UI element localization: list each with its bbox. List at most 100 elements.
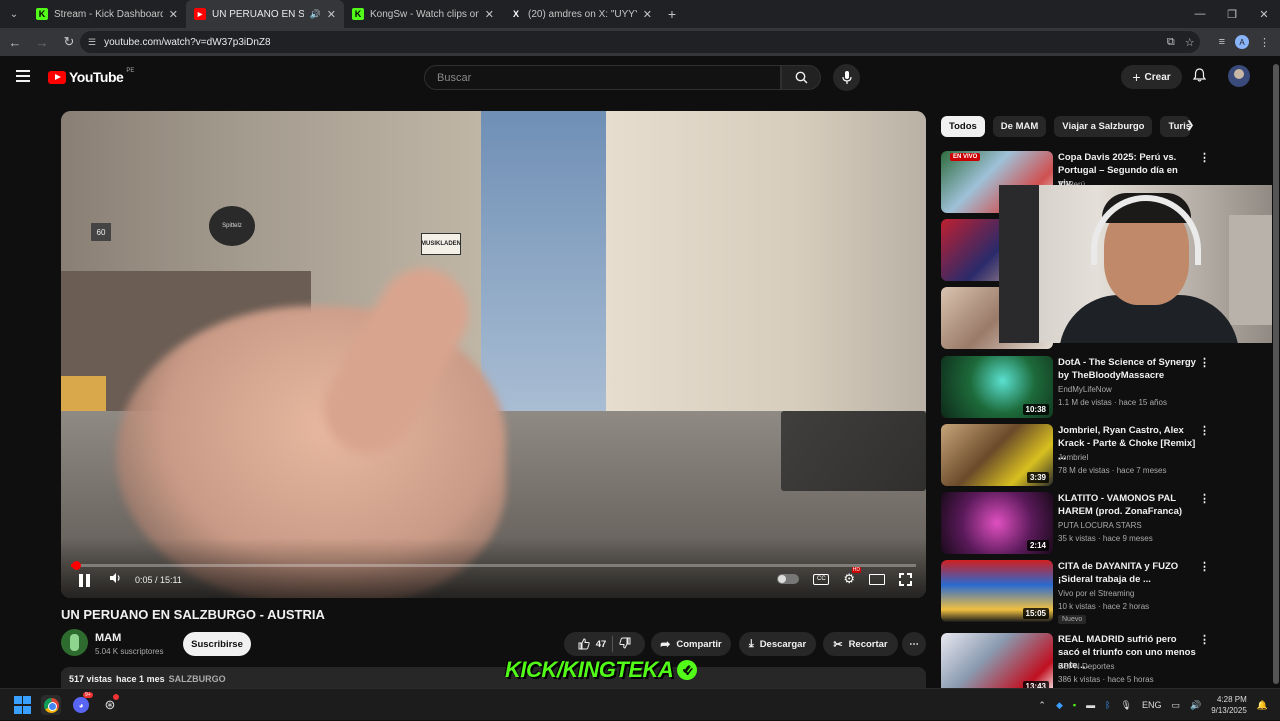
recommendation-channel[interactable]: PUTA LOCURA STARS — [1058, 521, 1142, 530]
tab-kick-dashboard[interactable]: K Stream - Kick Dashboard ✕ — [28, 0, 186, 28]
chip-todos[interactable]: Todos — [941, 116, 985, 137]
recommendation-item[interactable]: 3:39 Jombriel, Ryan Castro, Alex Krack -… — [941, 424, 1271, 486]
share-button[interactable]: ➦ Compartir — [651, 632, 731, 656]
search-button[interactable] — [781, 65, 821, 90]
close-icon[interactable]: ✕ — [643, 8, 652, 21]
close-window-icon[interactable]: ✕ — [1248, 0, 1280, 28]
recommendation-meta: 10 k vistas · hace 2 horas — [1058, 602, 1150, 611]
speaker-icon[interactable]: 🔊 — [310, 9, 321, 20]
youtube-logo[interactable]: YouTube PE — [48, 68, 134, 85]
tray-app-icon[interactable]: ▪ — [1073, 700, 1076, 710]
close-icon[interactable]: ✕ — [485, 8, 494, 21]
clock[interactable]: 4:28 PM 9/13/2025 — [1211, 694, 1247, 716]
pause-icon[interactable] — [79, 574, 93, 587]
tab-kick-clips[interactable]: K KongSw - Watch clips on Kick ✕ — [344, 0, 502, 28]
kebab-menu-icon[interactable]: ⋮ — [1199, 633, 1210, 646]
bookmark-star-icon[interactable]: ☆ — [1185, 36, 1195, 49]
chrome-icon[interactable] — [41, 695, 61, 715]
language-indicator[interactable]: ENG — [1142, 700, 1162, 710]
recommendation-channel[interactable]: Vivo por el Streaming — [1058, 589, 1134, 598]
clip-button[interactable]: ✂ Recortar — [823, 632, 898, 656]
subscribe-button[interactable]: Suscribirse — [183, 632, 251, 656]
subscriber-count: 5.04 K suscriptores — [95, 647, 164, 656]
progress-bar[interactable] — [71, 561, 916, 570]
dislike-button[interactable] — [619, 637, 631, 652]
video-thumbnail[interactable]: 13:43 — [941, 633, 1053, 695]
recommendation-item[interactable]: 2:14 KLATITO - VAMONOS PAL HAREM (prod. … — [941, 492, 1271, 554]
recommendation-channel[interactable]: ESPN Deportes — [1058, 662, 1114, 671]
back-arrow-icon[interactable]: ← — [3, 30, 27, 54]
video-thumbnail[interactable]: 10:38 — [941, 356, 1053, 418]
video-thumbnail[interactable]: 15:05 — [941, 560, 1053, 622]
notifications-bell-icon[interactable] — [1192, 68, 1207, 85]
recommendation-item[interactable]: 10:38 DotA - The Science of Synergy by T… — [941, 356, 1271, 418]
account-avatar[interactable] — [1228, 65, 1250, 87]
theater-mode-icon[interactable] — [869, 573, 885, 585]
plus-icon: + — [1132, 69, 1141, 85]
kebab-menu-icon[interactable]: ⋮ — [1199, 356, 1210, 369]
chip-viajar-salzburgo[interactable]: Viajar a Salzburgo — [1054, 116, 1153, 137]
windows-start-icon[interactable] — [12, 695, 32, 715]
volume-icon[interactable] — [109, 572, 122, 587]
reload-icon[interactable]: ↻ — [57, 30, 81, 54]
download-button[interactable]: ⤓ Descargar — [739, 632, 816, 656]
new-tab-plus-icon[interactable]: + — [660, 6, 684, 22]
youtube-favicon-icon: ▶ — [194, 8, 206, 20]
media-control-icon[interactable]: ≡ — [1219, 36, 1225, 48]
network-icon[interactable]: ▭ — [1171, 700, 1180, 711]
video-player[interactable]: 60 Spittelz MUSIKLADEN 0:05 / 15:11 CC ⚙… — [61, 111, 926, 598]
discord-icon[interactable]: ◕ 9+ — [71, 692, 93, 715]
kebab-menu-icon[interactable]: ⋮ — [1199, 151, 1210, 164]
chevron-right-icon[interactable]: ❯ — [1186, 120, 1194, 131]
recommendation-item[interactable]: 15:05 CITA de DAYANITA y FUZO ¡Sideral t… — [941, 560, 1271, 624]
tab-youtube-video[interactable]: ▶ UN PERUANO EN SALZBURG 🔊 ✕ — [186, 0, 344, 28]
close-icon[interactable]: ✕ — [169, 8, 178, 21]
bluetooth-icon[interactable]: ᛒ — [1105, 700, 1110, 710]
voice-search-button[interactable] — [833, 64, 860, 91]
fullscreen-icon[interactable] — [899, 572, 912, 586]
address-bar[interactable]: ☰ youtube.com/watch?v=dW37p3iDnZ8 — [80, 31, 1200, 53]
tray-app-icon[interactable]: ▬ — [1086, 700, 1095, 710]
more-actions-button[interactable]: ⋯ — [902, 632, 926, 656]
tab-search-icon[interactable]: ⌄ — [0, 0, 28, 28]
search-input[interactable]: Buscar — [424, 65, 781, 90]
forward-arrow-icon[interactable]: → — [30, 30, 54, 54]
windows-taskbar: ◕ 9+ ⊛ ⌃ ◆ ▪ ▬ ᛒ 🎙 ENG ▭ 🔊 4:28 PM 9/13/… — [0, 688, 1280, 720]
like-button[interactable]: 47 — [578, 638, 606, 650]
channel-name[interactable]: MAM — [95, 632, 121, 644]
time-display: 0:05 / 15:11 — [135, 575, 182, 585]
restore-icon[interactable]: ❐ — [1216, 0, 1248, 28]
hamburger-menu-icon[interactable] — [16, 70, 30, 82]
create-button[interactable]: + Crear — [1121, 65, 1182, 89]
tab-x-post[interactable]: X (20) amdres on X: "UYYYYY XD ✕ — [502, 0, 660, 28]
recommendation-item[interactable]: 13:43 REAL MADRID sufrió pero sacó el tr… — [941, 633, 1271, 695]
chip-de-mam[interactable]: De MAM — [992, 116, 1047, 137]
volume-icon[interactable]: 🔊 — [1190, 700, 1201, 711]
channel-avatar[interactable] — [61, 629, 88, 656]
app-icon[interactable]: ⊛ — [100, 694, 120, 715]
video-thumbnail[interactable]: 2:14 — [941, 492, 1053, 554]
autoplay-toggle[interactable] — [777, 574, 800, 584]
recommendation-channel[interactable]: EndMyLifeNow — [1058, 385, 1112, 394]
scene-number-sign: 60 — [91, 223, 111, 241]
site-info-icon[interactable]: ☰ — [88, 37, 96, 48]
cast-icon[interactable]: ⧉ — [1167, 36, 1175, 49]
kebab-menu-icon[interactable]: ⋮ — [1199, 492, 1210, 505]
close-icon[interactable]: ✕ — [327, 8, 336, 21]
video-title: UN PERUANO EN SALZBURGO - AUSTRIA — [61, 607, 325, 622]
microphone-icon[interactable]: 🎙 — [1121, 700, 1132, 711]
subtitles-icon[interactable]: CC — [813, 573, 830, 585]
kebab-menu-icon[interactable]: ⋮ — [1199, 560, 1210, 573]
recommendation-channel[interactable]: Jombriel — [1058, 453, 1088, 462]
settings-gear-icon[interactable]: ⚙ HD — [843, 567, 861, 587]
page-scrollbar[interactable] — [1272, 60, 1280, 688]
minimize-icon[interactable]: — — [1184, 0, 1216, 28]
kebab-menu-icon[interactable]: ⋮ — [1259, 36, 1270, 49]
tray-app-icon[interactable]: ◆ — [1056, 700, 1063, 711]
notification-bell-icon[interactable]: 🔔 — [1257, 700, 1268, 711]
kebab-menu-icon[interactable]: ⋮ — [1199, 424, 1210, 437]
video-thumbnail[interactable]: 3:39 — [941, 424, 1053, 486]
profile-avatar[interactable]: A — [1235, 35, 1249, 49]
progress-scrubber[interactable] — [71, 561, 81, 570]
chevron-up-icon[interactable]: ⌃ — [1038, 700, 1046, 711]
